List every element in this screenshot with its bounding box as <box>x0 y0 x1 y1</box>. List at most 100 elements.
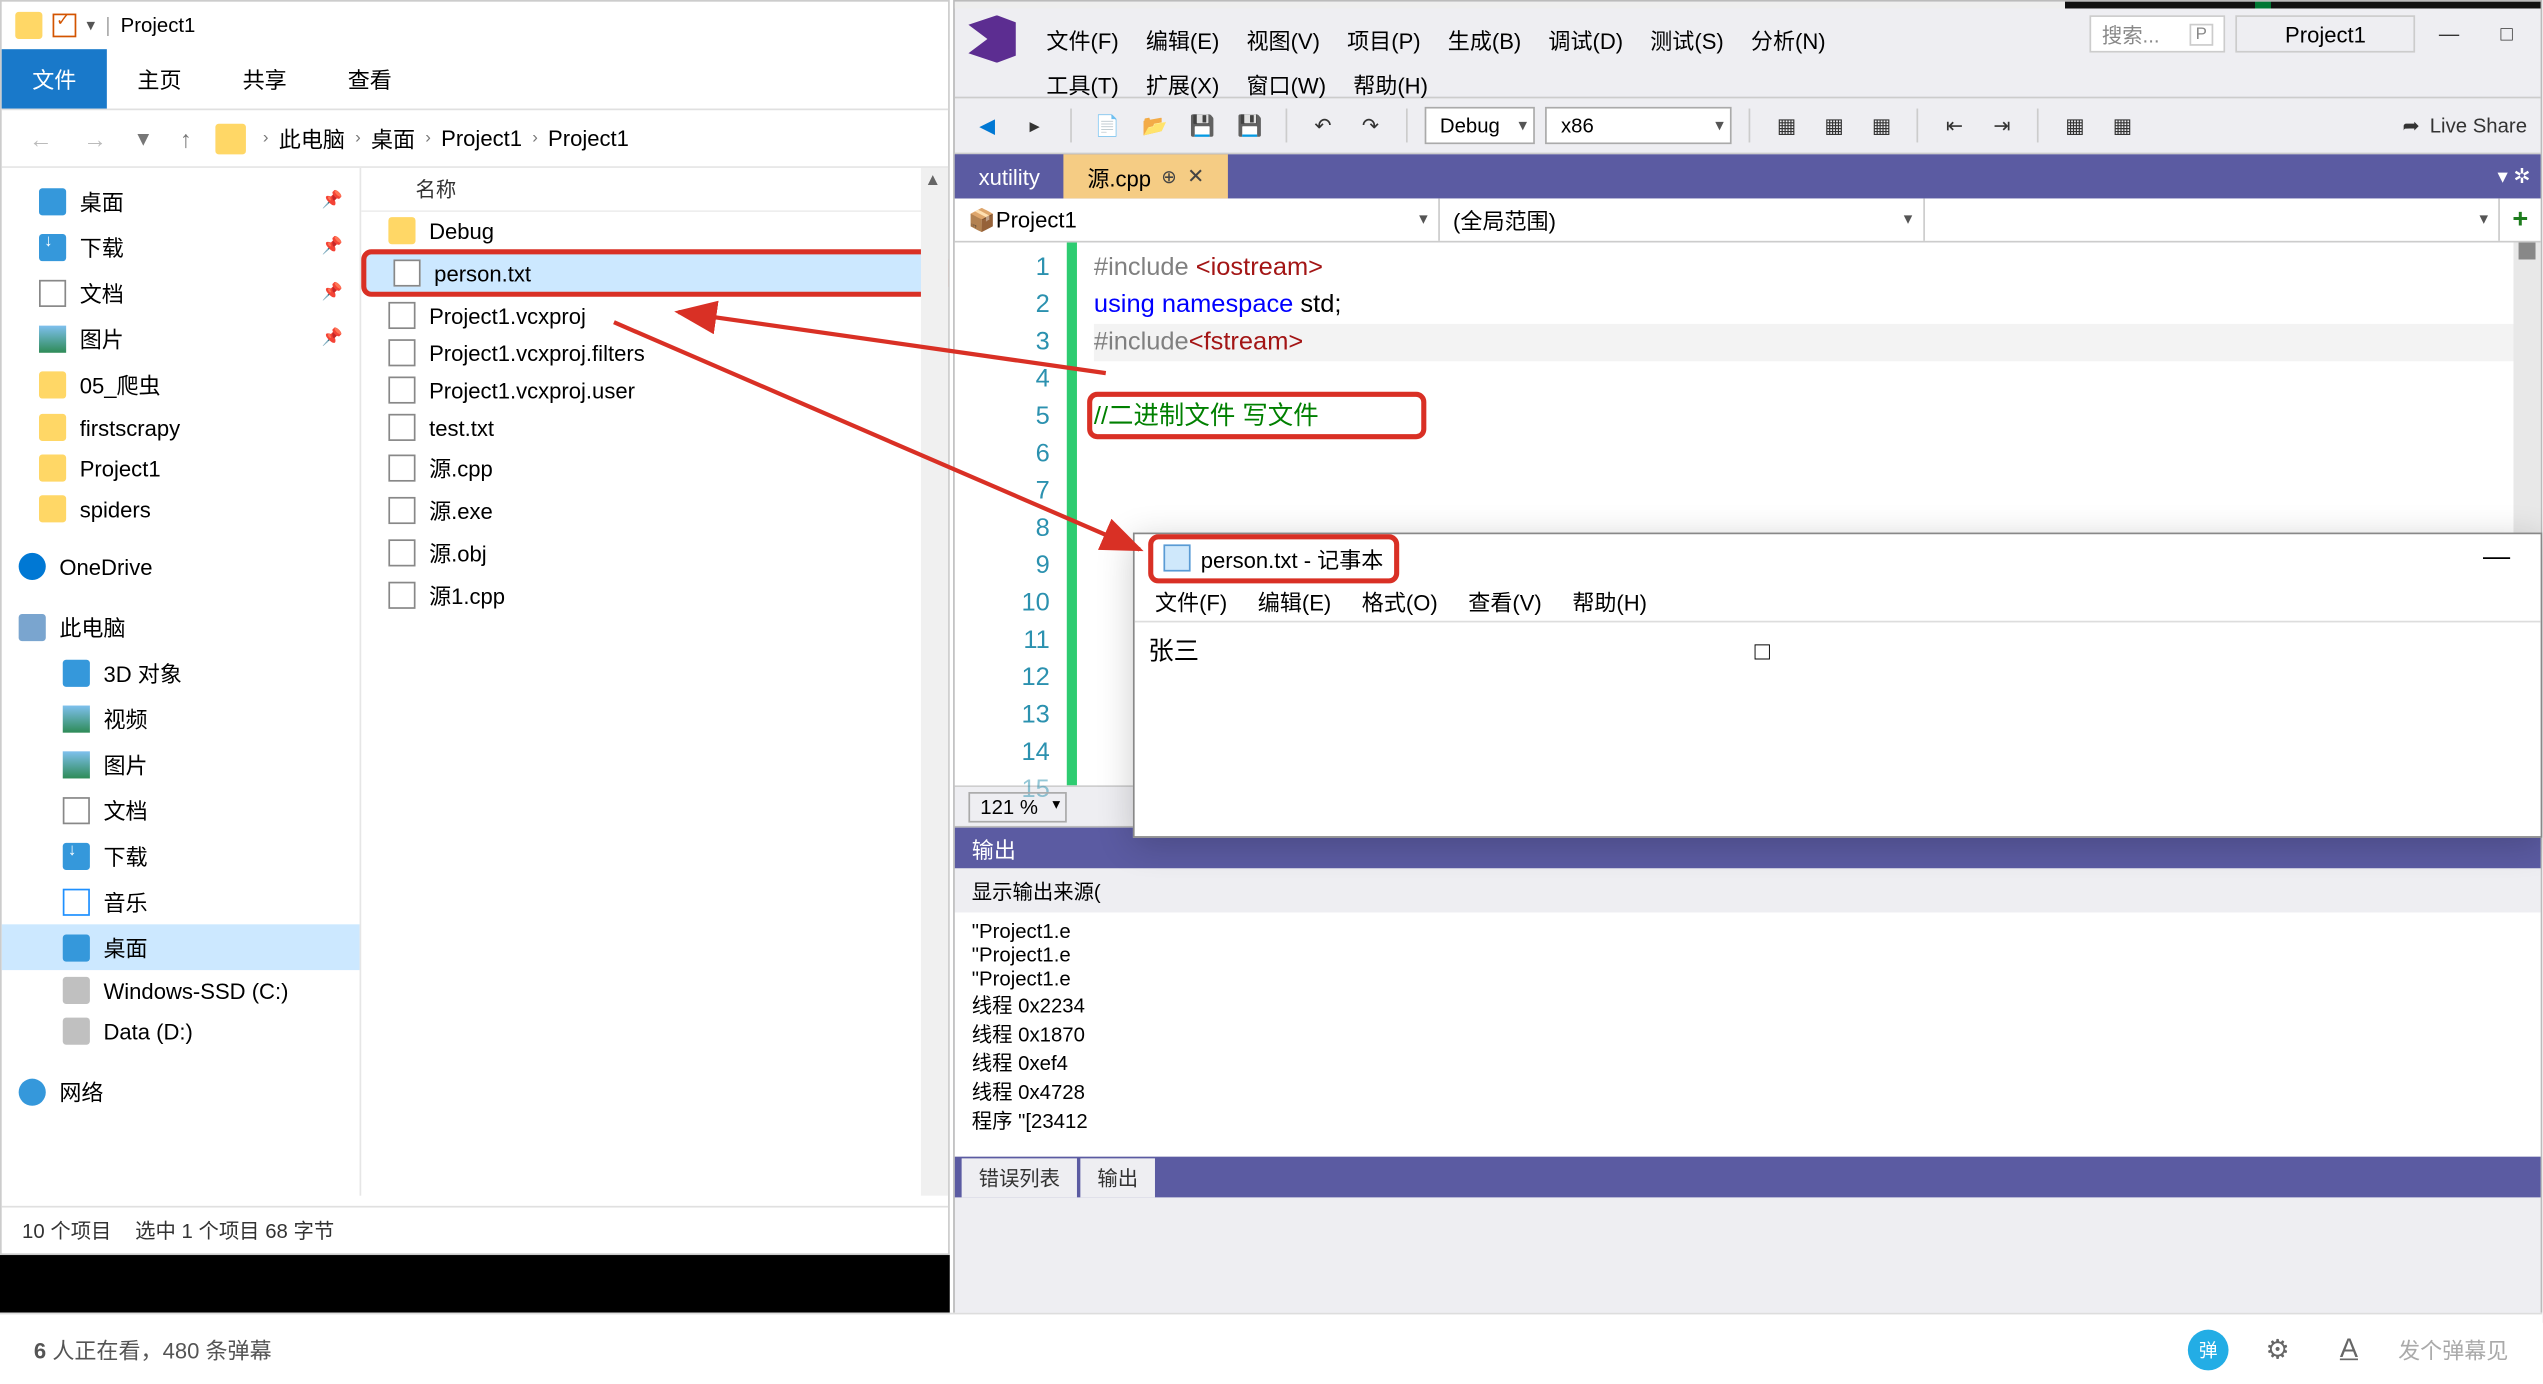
ribbon-tab-view[interactable]: 查看 <box>317 49 422 108</box>
breadcrumb-sep-icon[interactable]: › <box>263 129 269 148</box>
tree-desktop[interactable]: 桌面📌 <box>2 178 360 224</box>
nav-up-button[interactable]: ↑ <box>173 118 198 159</box>
menu-file[interactable]: 文件(F) <box>1033 18 1132 60</box>
tree-documents[interactable]: 文档📌 <box>2 270 360 316</box>
search-input[interactable]: 搜索...P <box>2090 15 2226 52</box>
output-text[interactable]: "Project1.e "Project1.e "Project1.e 线程 0… <box>955 912 2541 1156</box>
menu-test[interactable]: 测试(S) <box>1637 18 1738 60</box>
file-row-source-exe[interactable]: 源.exe <box>361 488 948 530</box>
forward-button[interactable]: ▸ <box>1016 107 1053 144</box>
nav-back-button[interactable]: ← <box>22 118 59 159</box>
scope-combo[interactable]: (全局范围) <box>1439 198 1924 240</box>
open-button[interactable]: 📂 <box>1136 107 1173 144</box>
maximize-button[interactable]: □ <box>2483 15 2530 52</box>
output-source-label[interactable]: 显示输出来源( <box>955 868 2541 912</box>
column-header-name[interactable]: 名称 <box>361 168 948 212</box>
live-share-button[interactable]: ➦Live Share <box>2402 114 2527 138</box>
menu-view[interactable]: 视图(V) <box>1233 18 1334 60</box>
menu-edit[interactable]: 编辑(E) <box>1132 18 1233 60</box>
danmu-input-placeholder[interactable]: 发个弹幕见 <box>2398 1333 2508 1365</box>
indent-right-button[interactable]: ⇥ <box>1983 107 2020 144</box>
menu-build[interactable]: 生成(B) <box>1434 18 1535 60</box>
file-row-filters[interactable]: Project1.vcxproj.filters <box>361 334 948 371</box>
toolbar-icon[interactable]: ▦ <box>1863 107 1900 144</box>
danmu-toggle[interactable]: 弹 <box>2188 1329 2229 1370</box>
file-row-debug[interactable]: Debug <box>361 212 948 249</box>
np-menu-format[interactable]: 格式(O) <box>1348 582 1451 621</box>
np-menu-edit[interactable]: 编辑(E) <box>1244 582 1345 621</box>
tree-3d-objects[interactable]: 3D 对象 <box>2 650 360 696</box>
toolbar-icon[interactable]: ▦ <box>1768 107 1805 144</box>
comment-button[interactable]: ▦ <box>2056 107 2093 144</box>
minimize-button[interactable]: — <box>2425 15 2472 52</box>
nav-forward-button[interactable]: → <box>76 118 113 159</box>
file-row-user[interactable]: Project1.vcxproj.user <box>361 371 948 408</box>
tab-xutility[interactable]: xutility <box>955 154 1064 198</box>
project-combo[interactable]: 📦 Project1 <box>955 198 1440 240</box>
redo-button[interactable]: ↷ <box>1352 107 1389 144</box>
indent-left-button[interactable]: ⇤ <box>1936 107 1973 144</box>
tree-pictures2[interactable]: 图片 <box>2 741 360 787</box>
tree-downloads2[interactable]: 下载 <box>2 833 360 879</box>
tree-onedrive[interactable]: OneDrive <box>2 546 360 587</box>
breadcrumb-project1-inner[interactable]: Project1 <box>548 126 629 151</box>
undo-button[interactable]: ↶ <box>1304 107 1341 144</box>
tree-folder-05[interactable]: 05_爬虫 <box>2 361 360 407</box>
nav-recent-dropdown[interactable]: ▾ <box>131 117 156 159</box>
file-row-test-txt[interactable]: test.txt <box>361 409 948 446</box>
save-all-button[interactable]: 💾 <box>1231 107 1268 144</box>
explorer-titlebar[interactable]: ▾ | Project1 <box>2 2 948 49</box>
tree-disk-d[interactable]: Data (D:) <box>2 1011 360 1052</box>
tree-documents2[interactable]: 文档 <box>2 787 360 833</box>
tab-output[interactable]: 输出 <box>1080 1158 1155 1197</box>
new-project-button[interactable]: 📄 <box>1089 107 1126 144</box>
minimize-button[interactable]: — <box>2466 543 2527 574</box>
menu-analyze[interactable]: 分析(N) <box>1737 18 1839 60</box>
ribbon-tab-home[interactable]: 主页 <box>107 49 212 108</box>
qat-dropdown-icon[interactable]: ▾ <box>86 16 95 35</box>
solution-name[interactable]: Project1 <box>2236 15 2415 52</box>
tree-folder-project1[interactable]: Project1 <box>2 448 360 489</box>
tree-network[interactable]: 网络 <box>2 1068 360 1114</box>
scrollbar[interactable] <box>921 168 948 1196</box>
file-row-source1-cpp[interactable]: 源1.cpp <box>361 573 948 615</box>
tab-dropdown-icon[interactable]: ▾ ✲ <box>2497 165 2530 189</box>
close-icon[interactable]: ✕ <box>1187 165 1204 189</box>
file-row-vcxproj[interactable]: Project1.vcxproj <box>361 297 948 334</box>
split-button[interactable]: + <box>2500 198 2541 240</box>
danmu-settings-icon[interactable]: ⚙ <box>2256 1327 2300 1371</box>
ribbon-tab-share[interactable]: 共享 <box>212 49 317 108</box>
tree-disk-c[interactable]: Windows-SSD (C:) <box>2 970 360 1011</box>
breadcrumb-sep-icon[interactable]: › <box>425 129 431 148</box>
breadcrumb-project1[interactable]: Project1 <box>441 126 522 151</box>
menu-window[interactable]: 窗口(W) <box>1233 63 1340 105</box>
video-progress[interactable] <box>0 1255 950 1313</box>
config-dropdown[interactable]: Debug <box>1425 107 1536 144</box>
tree-videos[interactable]: 视频 <box>2 695 360 741</box>
menu-extensions[interactable]: 扩展(X) <box>1132 63 1233 105</box>
np-menu-view[interactable]: 查看(V) <box>1455 582 1556 621</box>
tree-this-pc[interactable]: 此电脑 <box>2 604 360 650</box>
platform-dropdown[interactable]: x86 <box>1546 107 1733 144</box>
member-combo[interactable] <box>1924 198 2500 240</box>
uncomment-button[interactable]: ▦ <box>2104 107 2141 144</box>
ribbon-tab-file[interactable]: 文件 <box>2 49 107 108</box>
toolbar-icon[interactable]: ▦ <box>1815 107 1852 144</box>
save-button[interactable]: 💾 <box>1184 107 1221 144</box>
menu-project[interactable]: 项目(P) <box>1334 18 1435 60</box>
breadcrumb-sep-icon[interactable]: › <box>532 129 538 148</box>
notepad-content[interactable]: 张三 □ <box>1135 622 2541 678</box>
tree-downloads[interactable]: 下载📌 <box>2 224 360 270</box>
qat-check-icon[interactable] <box>53 14 77 38</box>
tab-source-cpp[interactable]: 源.cpp⊕✕ <box>1064 154 1228 198</box>
breadcrumb-this-pc[interactable]: 此电脑 <box>279 122 345 154</box>
file-row-source-cpp[interactable]: 源.cpp <box>361 446 948 488</box>
tree-music[interactable]: 音乐 <box>2 879 360 925</box>
np-menu-file[interactable]: 文件(F) <box>1141 582 1240 621</box>
tab-error-list[interactable]: 错误列表 <box>962 1158 1077 1197</box>
file-row-person-txt[interactable]: person.txt <box>361 249 948 296</box>
menu-tools[interactable]: 工具(T) <box>1033 63 1132 105</box>
tree-desktop2[interactable]: 桌面 <box>2 924 360 970</box>
font-style-button[interactable]: A <box>2327 1327 2371 1371</box>
breadcrumb-sep-icon[interactable]: › <box>355 129 361 148</box>
